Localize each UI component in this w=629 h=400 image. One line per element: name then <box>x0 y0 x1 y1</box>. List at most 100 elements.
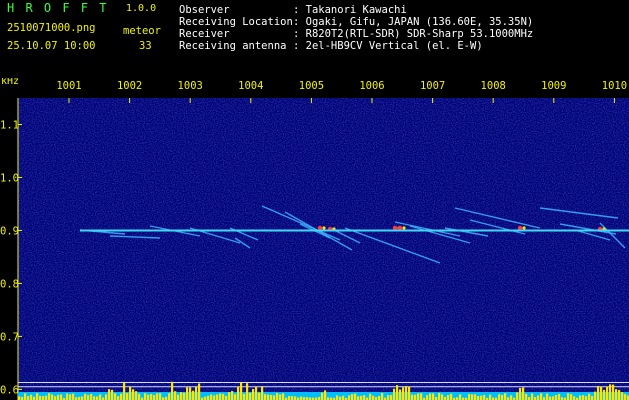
level-spike <box>213 395 216 400</box>
level-spike <box>426 395 429 400</box>
level-spike <box>57 394 60 400</box>
level-spike <box>117 396 120 400</box>
level-spike <box>273 395 276 400</box>
level-spike <box>582 395 585 400</box>
level-spike <box>261 386 264 400</box>
y-tick-label: 0.7 <box>0 331 19 343</box>
level-spike <box>480 395 483 400</box>
level-spike <box>408 386 411 400</box>
level-spike <box>402 387 405 400</box>
level-spike <box>159 393 162 400</box>
y-tick-label: 0.9 <box>0 225 19 237</box>
level-spike <box>381 393 384 400</box>
level-spike <box>45 395 48 400</box>
level-spike <box>558 393 561 400</box>
level-spike <box>324 390 327 400</box>
x-tick-label: 1007 <box>420 80 445 92</box>
level-spike <box>537 395 540 400</box>
meteor-count: 33 <box>139 40 152 52</box>
level-spike <box>72 393 75 400</box>
level-spike <box>66 393 69 400</box>
level-spike <box>246 383 249 400</box>
level-spike <box>267 394 270 400</box>
level-spike <box>411 394 414 400</box>
level-spike <box>177 394 180 400</box>
level-spike <box>516 392 519 400</box>
level-spike <box>192 390 195 400</box>
level-spike <box>477 395 480 400</box>
level-spike <box>126 393 129 400</box>
level-spike <box>105 394 108 400</box>
header: H R O F F T 1.0.0 2510071000.png meteor … <box>0 0 629 78</box>
level-spike <box>447 395 450 400</box>
level-spike <box>219 393 222 400</box>
meteor-hotspot <box>402 226 406 230</box>
level-spike <box>87 394 90 400</box>
level-spike <box>618 389 621 400</box>
level-spike <box>132 389 135 400</box>
info-label-receiver: Receiver <box>179 28 230 40</box>
level-spike <box>90 393 93 400</box>
level-spike <box>27 396 30 400</box>
level-spike <box>483 394 486 400</box>
version-label: 1.0.0 <box>126 3 157 14</box>
level-spike <box>183 392 186 400</box>
meteor-label: meteor <box>123 25 161 37</box>
level-spike <box>417 393 420 400</box>
level-spike <box>531 393 534 400</box>
level-spike <box>441 394 444 400</box>
x-tick-label: 1006 <box>359 80 384 92</box>
level-spike <box>588 393 591 400</box>
level-spike <box>270 394 273 400</box>
noise-texture <box>18 98 629 400</box>
level-spike <box>612 384 615 400</box>
level-spike <box>282 393 285 400</box>
level-spike <box>84 393 87 400</box>
level-spike <box>99 394 102 400</box>
level-spike <box>360 395 363 400</box>
level-spike <box>540 393 543 400</box>
level-spike <box>189 387 192 400</box>
file-name: 2510071000.png <box>7 22 96 34</box>
meteor-hotspot <box>322 226 326 230</box>
level-spike <box>138 393 141 400</box>
level-spike <box>555 395 558 400</box>
level-spike <box>585 396 588 400</box>
level-spike <box>624 394 627 400</box>
level-spike <box>357 396 360 400</box>
level-spike <box>210 394 213 400</box>
level-spike <box>243 393 246 400</box>
x-tick-label: 1010 <box>602 80 627 92</box>
level-spike <box>276 393 279 400</box>
x-tick-label: 1009 <box>541 80 566 92</box>
meteor-hotspot <box>522 226 526 230</box>
level-spike <box>168 393 171 400</box>
y-tick-label: 1.0 <box>0 172 19 184</box>
level-spike <box>597 385 600 400</box>
level-spike <box>36 393 39 400</box>
level-spike <box>207 395 210 400</box>
level-spike <box>123 382 126 400</box>
level-spike <box>393 388 396 400</box>
info-value-antenna: : 2el-HB9CV Vertical (el. E-W) <box>293 40 483 52</box>
level-spike <box>69 394 72 400</box>
level-spike <box>525 393 528 400</box>
level-spike <box>156 393 159 400</box>
level-spike <box>237 386 240 400</box>
level-spike <box>420 393 423 400</box>
level-spike <box>81 396 84 400</box>
level-spike <box>594 391 597 400</box>
level-spike <box>450 393 453 400</box>
y-tick-label: 0.6 <box>0 384 19 396</box>
level-spike <box>93 396 96 400</box>
app-title: H R O F F T <box>7 1 109 15</box>
info-label-antenna: Receiving antenna <box>179 40 287 52</box>
y-tick-label: 1.1 <box>0 119 19 131</box>
level-spike <box>39 395 42 400</box>
level-spike <box>147 394 150 400</box>
x-tick-label: 1001 <box>56 80 81 92</box>
level-spike <box>519 387 522 400</box>
level-spike <box>606 386 609 400</box>
level-spike <box>252 388 255 400</box>
level-spike <box>474 394 477 400</box>
